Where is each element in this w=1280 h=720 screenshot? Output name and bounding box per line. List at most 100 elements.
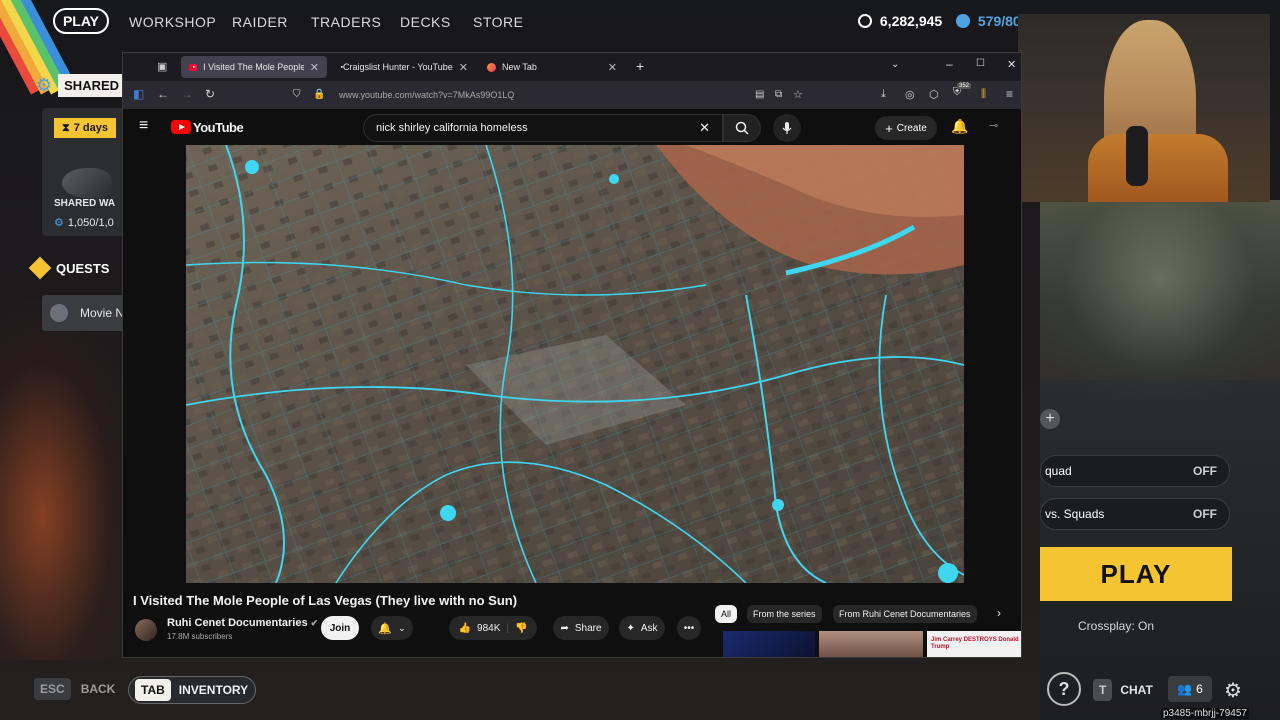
voice-search-button[interactable] [773,114,801,142]
help-button[interactable]: ? [1047,672,1081,706]
ask-button[interactable]: ✦ Ask [619,616,665,640]
nav-traders[interactable]: TRADERS [311,14,381,30]
vs-squads-label: vs. Squads [1045,507,1105,521]
nav-raider[interactable]: RAIDER [232,14,288,30]
shield-icon[interactable]: ⛉ [293,89,301,100]
inventory-action[interactable]: TAB INVENTORY [128,676,256,704]
tab-title: New Tab [502,62,537,72]
browser-tab[interactable]: Craigslist Hunter - YouTube ✕ [329,56,475,78]
share-button[interactable]: ➦ Share [553,616,609,640]
share-arrow-icon: ➦ [560,622,569,634]
gear-icon: ⚙ [36,75,53,95]
share-label: Share [574,622,602,634]
hamburger-menu-icon[interactable]: ≡ [139,117,148,135]
subscribe-notify-button[interactable]: 🔔 ⌄ [371,616,413,640]
channel-avatar[interactable] [135,619,157,641]
add-squad-icon[interactable]: + [1040,409,1060,429]
maximize-icon[interactable]: ☐ [976,58,985,69]
channel-name-text: Ruhi Cenet Documentaries [167,617,308,629]
chip-all[interactable]: All [715,605,738,623]
url-text: www.youtube.com/watch?v=7MkAs99O1LQ [339,90,515,100]
clear-search-icon[interactable]: ✕ [699,120,710,136]
forward-arrow-icon[interactable]: → [181,87,193,101]
video-title: I Visited The Mole People of Las Vegas (… [133,593,518,608]
tab-title: Craigslist Hunter - YouTube [343,62,453,72]
new-tab-icon[interactable]: + [636,58,644,74]
chip-from-channel[interactable]: From Ruhi Cenet Documentaries [833,605,977,623]
nav-play-tab[interactable]: PLAY [53,8,109,34]
address-bar[interactable]: www.youtube.com/watch?v=7MkAs99O1LQ [335,85,715,105]
back-arrow-icon[interactable]: ← [157,87,169,101]
stats-extension-icon[interactable]: ⫼ [981,88,986,101]
account-icon[interactable]: ◎ [905,88,915,101]
picture-in-picture-icon[interactable]: ⧉ [775,89,782,100]
tokens-display: 579/80 [956,13,1021,29]
chat-action[interactable]: T CHAT [1093,679,1153,701]
fill-squad-label: quad [1045,464,1072,478]
close-window-icon[interactable]: ✕ [1007,58,1016,71]
esc-key: ESC [34,678,71,700]
friends-button[interactable]: 👥 6 [1168,676,1212,702]
sidebar-icon[interactable]: ◧ [133,87,144,101]
hourglass-icon: ⧗ [62,121,70,134]
youtube-search-input[interactable]: nick shirley california homeless ✕ [363,114,723,142]
thumbs-down-icon[interactable]: 👎 [515,623,527,634]
shared-item-image [62,168,112,198]
settings-icon[interactable]: ⚙ [1224,678,1242,703]
tab-list-icon[interactable]: ▣ [157,60,167,73]
quests-label: QUESTS [56,260,110,276]
download-icon[interactable]: ⤓ [881,88,886,101]
search-icon [735,121,749,135]
like-button[interactable]: 👍 984K [459,623,501,634]
minimize-icon[interactable]: – [946,57,953,71]
browser-nav-bar: ◧ ← → ↻ ⛉ 🔒 www.youtube.com/watch?v=7MkA… [123,81,1021,109]
browser-menu-icon[interactable]: ≡ [1006,87,1013,101]
reader-view-icon[interactable]: ▤ [755,89,764,100]
quest-item[interactable]: Movie N [42,295,132,331]
tab-overflow-chevron-icon[interactable]: ⌄ [891,59,899,70]
timer-badge: ⧗ 7 days [54,118,116,138]
channel-name[interactable]: Ruhi Cenet Documentaries ✔ [167,617,318,629]
nav-store[interactable]: STORE [473,14,523,30]
join-button[interactable]: Join [321,616,359,640]
close-tab-icon[interactable]: ✕ [459,61,468,74]
back-label: BACK [80,682,116,696]
chat-label: CHAT [1120,683,1153,697]
search-button[interactable] [723,114,761,142]
chip-from-series[interactable]: From the series [747,605,822,623]
close-tab-icon[interactable]: ✕ [608,61,617,74]
nav-decks[interactable]: DECKS [400,14,451,30]
extensions-icon[interactable]: ⬡ [929,88,939,101]
youtube-logo-text[interactable]: YouTube [193,120,244,135]
chevron-right-icon[interactable]: › [997,606,1001,620]
create-button[interactable]: + Create [875,116,937,140]
thumbs-up-icon: 👍 [458,622,472,634]
account-avatar-icon[interactable]: ⊸ [989,119,998,132]
t-key: T [1093,679,1113,701]
fill-squad-toggle[interactable]: quad OFF [1040,455,1230,487]
recommended-thumbnails: Jim Carrey DESTROYS Donald Trump [723,631,1021,657]
browser-tab[interactable]: New Tab ✕ [479,56,625,78]
recommended-thumbnail[interactable] [723,631,815,657]
notifications-bell-icon[interactable]: 🔔 [951,118,968,135]
chevron-down-icon: ⌄ [398,622,406,633]
help-icon: ? [1058,678,1070,699]
plus-icon: + [885,120,893,136]
close-tab-icon[interactable]: ✕ [310,61,319,74]
reload-icon[interactable]: ↻ [205,87,215,101]
more-actions-button[interactable]: ••• [677,616,701,640]
back-action[interactable]: ESC BACK [34,678,115,700]
coins-value: 6,282,945 [879,13,943,29]
nav-workshop[interactable]: WORKSHOP [129,14,216,30]
recommended-thumbnail[interactable] [819,631,923,657]
recommended-thumbnail[interactable]: Jim Carrey DESTROYS Donald Trump [927,631,1021,657]
video-player[interactable] [186,145,964,583]
vs-squads-toggle[interactable]: vs. Squads OFF [1040,498,1230,530]
gear-icon: ⚙ [54,217,64,229]
browser-tab-active[interactable]: I Visited The Mole People of La ✕ [181,56,327,78]
youtube-logo-icon[interactable] [171,120,191,134]
token-icon [956,14,970,28]
bookmark-star-icon[interactable]: ☆ [793,88,803,101]
like-dislike-group: 👍 984K | 👎 [449,616,537,640]
play-button[interactable]: PLAY [1040,547,1232,601]
